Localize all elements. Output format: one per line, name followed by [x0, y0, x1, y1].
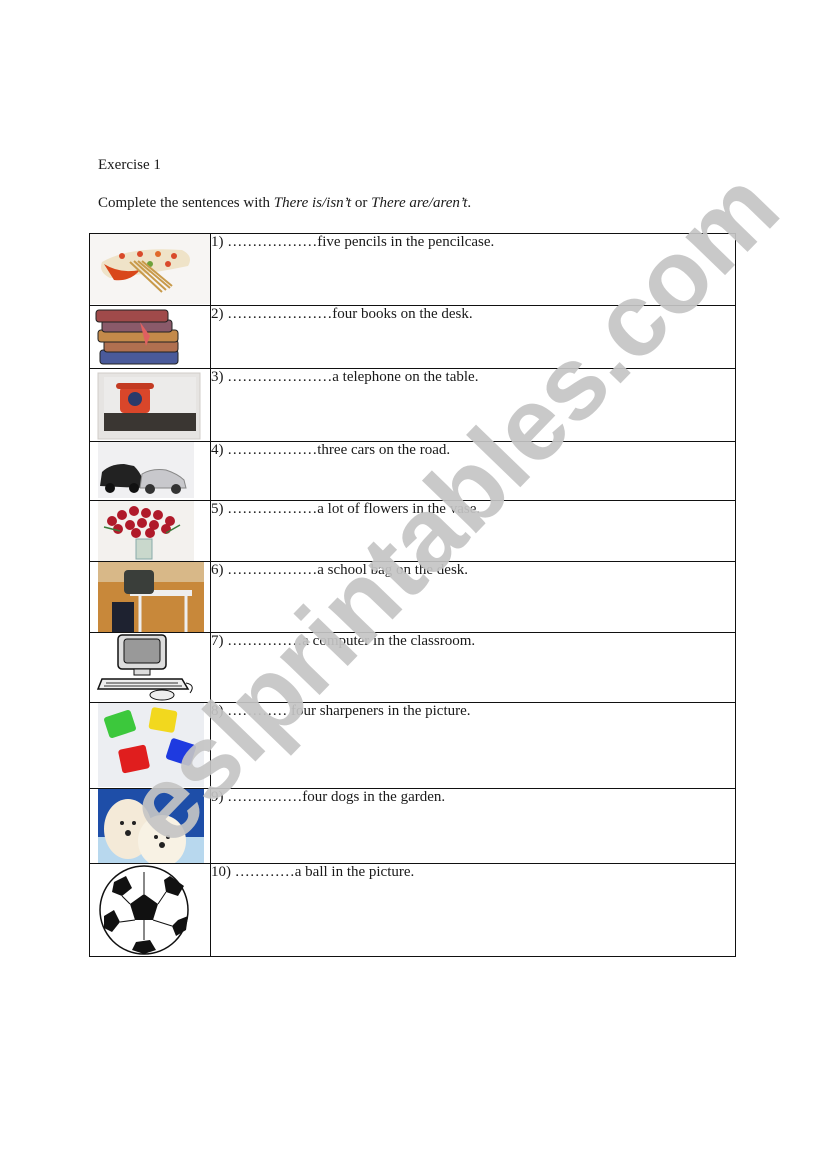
answer-blank[interactable]: …………………	[227, 306, 332, 322]
dogs-picture	[89, 788, 211, 864]
sentence-rest: four dogs in the garden.	[302, 789, 446, 805]
question-number: 6)	[211, 562, 224, 578]
question-5: 5) ………………a lot of flowers in the vase.	[210, 500, 736, 562]
question-9: 9) ……………four dogs in the garden.	[210, 788, 736, 864]
question-number: 8)	[211, 703, 224, 719]
table-row: 6) ………………a school bag on the desk.	[89, 561, 736, 633]
question-number: 5)	[211, 501, 224, 517]
computer-picture	[89, 632, 211, 703]
question-number: 9)	[211, 789, 224, 805]
question-3: 3) …………………a telephone on the table.	[210, 368, 736, 442]
sentence-rest: a ball in the picture.	[294, 864, 415, 880]
answer-blank[interactable]: ………………	[227, 562, 317, 578]
question-7: 7) ……………a computer in the classroom.	[210, 632, 736, 703]
table-row: 3) …………………a telephone on the table.	[89, 368, 736, 442]
sentence-rest: four sharpeners in the picture.	[291, 703, 471, 719]
answer-blank[interactable]: ……………	[227, 633, 302, 649]
table-row: 7) ……………a computer in the classroom.	[89, 632, 736, 703]
answer-blank[interactable]: ………………	[227, 442, 317, 458]
question-10: 10) …………a ball in the picture.	[210, 863, 736, 957]
answer-blank[interactable]: ………………	[227, 501, 317, 517]
books-picture	[89, 305, 211, 369]
question-number: 2)	[211, 306, 224, 322]
instruction: Complete the sentences with There is/isn…	[98, 195, 471, 212]
exercise-table: 1) ………………five pencils in the pencilcase.…	[89, 233, 736, 957]
sentence-rest: a telephone on the table.	[332, 369, 479, 385]
pencilcase-picture	[89, 233, 211, 306]
answer-blank[interactable]: ……………	[227, 789, 302, 805]
instruction-option-singular: There is/isn’t	[273, 195, 352, 211]
question-number: 1)	[211, 234, 224, 250]
instruction-suffix: .	[467, 195, 472, 211]
instruction-option-plural: There are/aren’t	[371, 195, 468, 211]
soccer-ball-picture	[89, 863, 211, 957]
question-number: 4)	[211, 442, 224, 458]
question-number: 3)	[211, 369, 224, 385]
sentence-rest: five pencils in the pencilcase.	[317, 234, 495, 250]
exercise-heading: Exercise 1	[98, 157, 161, 173]
sentence-rest: a school bag on the desk.	[317, 562, 469, 578]
table-row: 2) …………………four books on the desk.	[89, 305, 736, 369]
sentence-rest: three cars on the road.	[317, 442, 451, 458]
question-number: 10)	[211, 864, 231, 880]
table-row: 1) ………………five pencils in the pencilcase.	[89, 233, 736, 306]
sharpeners-picture	[89, 702, 211, 789]
instruction-joiner: or	[351, 195, 372, 211]
question-4: 4) ………………three cars on the road.	[210, 441, 736, 501]
question-8: 8) ………… four sharpeners in the picture.	[210, 702, 736, 789]
school-bag-picture	[89, 561, 211, 633]
sentence-rest: a lot of flowers in the vase.	[317, 501, 481, 517]
cars-picture	[89, 441, 211, 501]
question-2: 2) …………………four books on the desk.	[210, 305, 736, 369]
answer-blank[interactable]: …………	[227, 703, 291, 719]
answer-blank[interactable]: …………	[235, 864, 295, 880]
question-number: 7)	[211, 633, 224, 649]
question-6: 6) ………………a school bag on the desk.	[210, 561, 736, 633]
table-row: 9) ……………four dogs in the garden.	[89, 788, 736, 864]
table-row: 5) ………………a lot of flowers in the vase.	[89, 500, 736, 562]
question-1: 1) ………………five pencils in the pencilcase.	[210, 233, 736, 306]
answer-blank[interactable]: ………………	[227, 234, 317, 250]
answer-blank[interactable]: …………………	[227, 369, 332, 385]
instruction-prefix: Complete the sentences with	[98, 195, 274, 211]
sentence-rest: four books on the desk.	[332, 306, 473, 322]
table-row: 10) …………a ball in the picture.	[89, 863, 736, 957]
table-row: 8) ………… four sharpeners in the picture.	[89, 702, 736, 789]
table-row: 4) ………………three cars on the road.	[89, 441, 736, 501]
sentence-rest: a computer in the classroom.	[302, 633, 476, 649]
telephone-picture	[89, 368, 211, 442]
flowers-picture	[89, 500, 211, 562]
